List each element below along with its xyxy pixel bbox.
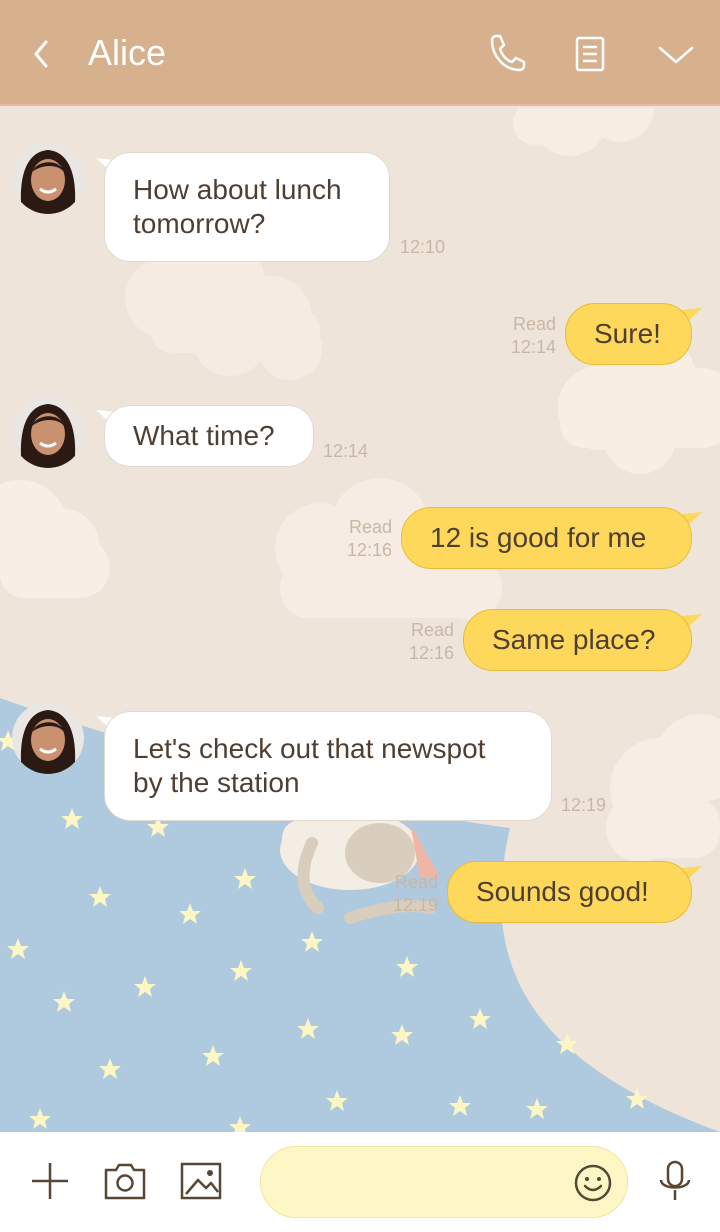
message-timestamp: 12:16: [346, 540, 392, 560]
avatar-photo: [12, 702, 84, 774]
outgoing-message-bubble[interactable]: Sure!: [565, 303, 692, 365]
microphone-icon[interactable]: [650, 1156, 700, 1206]
avatar[interactable]: [12, 396, 84, 468]
read-label: Read: [348, 517, 392, 537]
message-timestamp: 12:14: [323, 441, 369, 461]
message-timestamp: 12:16: [408, 643, 454, 663]
read-receipt: Read 12:16: [394, 619, 454, 665]
emoji-icon[interactable]: [573, 1163, 613, 1203]
plus-icon[interactable]: [25, 1156, 75, 1206]
message-input[interactable]: [281, 1161, 551, 1205]
message-timestamp: 12:19: [561, 795, 607, 815]
read-receipt: Read 12:14: [496, 313, 556, 359]
read-receipt: Read 12:16: [332, 516, 392, 562]
read-label: Read: [410, 620, 454, 640]
phone-icon[interactable]: [484, 30, 528, 78]
chat-header: Alice: [0, 0, 720, 106]
camera-icon[interactable]: [100, 1156, 150, 1206]
message-text-line: How about lunch: [133, 174, 342, 205]
message-text: Same place?: [492, 624, 656, 655]
incoming-message-bubble[interactable]: What time?: [104, 405, 314, 467]
back-chevron-icon[interactable]: [28, 34, 58, 74]
message-text: 12 is good for me: [430, 522, 647, 553]
message-text-line: by the station: [133, 767, 300, 798]
avatar-photo: [12, 396, 84, 468]
message-text-line: Let's check out that newspot: [133, 733, 486, 764]
outgoing-message-bubble[interactable]: Sounds good!: [447, 861, 692, 923]
outgoing-message-bubble[interactable]: Same place?: [463, 609, 692, 671]
notes-icon[interactable]: [568, 30, 612, 78]
incoming-message-bubble[interactable]: Let's check out that newspot by the stat…: [104, 711, 552, 821]
message-text-line: tomorrow?: [133, 208, 266, 239]
chat-title: Alice: [88, 32, 167, 73]
incoming-message-bubble[interactable]: How about lunch tomorrow?: [104, 152, 390, 262]
message-input-box[interactable]: [260, 1146, 628, 1218]
message-timestamp: 12:10: [400, 237, 446, 257]
message-text: What time?: [133, 420, 275, 451]
read-label: Read: [394, 872, 438, 892]
avatar[interactable]: [12, 142, 84, 214]
avatar-photo: [12, 142, 84, 214]
read-label: Read: [512, 314, 556, 334]
message-timestamp: 12:19: [392, 895, 438, 915]
message-composer: [0, 1132, 720, 1232]
avatar[interactable]: [12, 702, 84, 774]
chevron-down-icon[interactable]: [654, 30, 698, 78]
message-timestamp: 12:14: [510, 337, 556, 357]
message-text: Sure!: [594, 318, 661, 349]
message-text: Sounds good!: [476, 876, 649, 907]
outgoing-message-bubble[interactable]: 12 is good for me: [401, 507, 692, 569]
read-receipt: Read 12:19: [378, 871, 438, 917]
image-icon[interactable]: [176, 1156, 226, 1206]
